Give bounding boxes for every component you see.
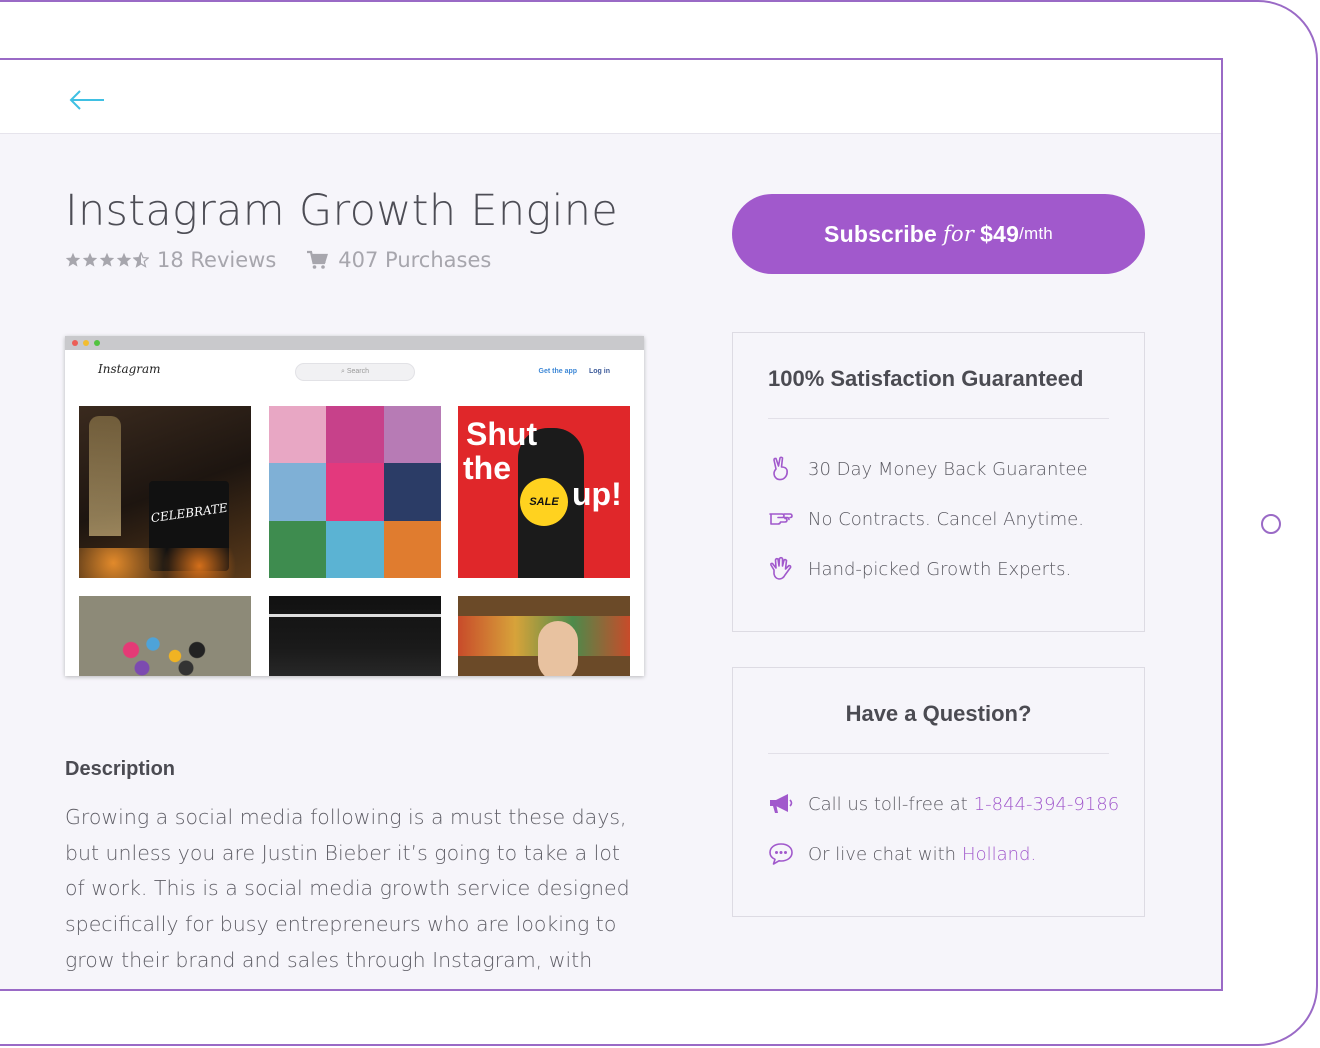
back-arrow-icon[interactable]	[68, 88, 106, 112]
sale-badge: SALE	[520, 478, 568, 526]
instagram-links: Get the app Log in	[529, 368, 610, 375]
close-dot	[72, 340, 78, 346]
chat-text: Or live chat with	[808, 843, 957, 865]
the-text: the	[463, 450, 511, 486]
subscribe-price: $49	[980, 220, 1020, 247]
subscribe-period: /mth	[1019, 224, 1053, 243]
peace-hand-icon	[773, 456, 788, 481]
guarantee-item: Hand-picked Growth Experts.	[768, 544, 1144, 594]
home-button[interactable]	[1261, 514, 1281, 534]
phone-link[interactable]: 1-844-394-9186	[974, 794, 1119, 815]
minimize-dot	[83, 340, 89, 346]
call-row: Call us toll-free at 1-844-394-9186	[768, 779, 1144, 829]
subscribe-for: for	[943, 222, 975, 246]
photo-tile	[269, 406, 441, 578]
instagram-search: ⌕ Search	[295, 363, 415, 381]
top-bar	[0, 60, 1221, 134]
chat-agent-link[interactable]: Holland.	[962, 844, 1036, 865]
subscribe-button[interactable]: Subscribe for $49 /mth	[732, 194, 1145, 274]
rating-stars	[65, 252, 149, 268]
chat-bubble-icon	[769, 843, 793, 865]
cart-icon	[307, 250, 329, 269]
purchases-count: 407 Purchases	[338, 248, 492, 272]
shut-text: Shut	[466, 416, 538, 452]
photo-tile	[79, 596, 251, 676]
half-star-icon	[133, 252, 149, 268]
photo-tile: CELEBRATE	[79, 406, 251, 578]
page-title: Instagram Growth Engine	[65, 186, 619, 236]
guarantee-item: No Contracts. Cancel Anytime.	[768, 494, 1144, 544]
star-icon	[99, 252, 115, 267]
star-icon	[65, 252, 81, 267]
call-text: Call us toll-free at	[808, 793, 968, 815]
product-meta: 18 Reviews 407 Purchases	[65, 248, 491, 272]
star-icon	[82, 252, 98, 267]
chat-row: Or live chat with Holland.	[768, 829, 1144, 879]
browser-bar	[65, 336, 644, 350]
description-text: Growing a social media following is a mu…	[65, 805, 630, 972]
question-title: Have a Question?	[768, 701, 1109, 754]
handshake-icon	[769, 513, 793, 525]
maximize-dot	[94, 340, 100, 346]
star-icon	[116, 252, 132, 267]
photo-tile	[458, 596, 630, 676]
get-app-link: Get the app	[538, 368, 578, 375]
photo-tile	[269, 596, 441, 676]
question-card: Have a Question? Call us toll-free at 1-…	[732, 667, 1145, 917]
subscribe-label: Subscribe	[824, 220, 938, 247]
guarantee-item: 30 Day Money Back Guarantee	[768, 444, 1144, 494]
photo-tile: Shut the up! SALE	[458, 406, 630, 578]
guarantee-title: 100% Satisfaction Guaranteed	[768, 366, 1109, 419]
instagram-nav: Instagram ⌕ Search Get the app Log in	[65, 350, 644, 404]
instagram-logo: Instagram	[98, 362, 161, 376]
raised-hand-icon	[770, 556, 792, 580]
login-link: Log in	[589, 368, 610, 375]
guarantee-card: 100% Satisfaction Guaranteed 30 Day Mone…	[732, 332, 1145, 632]
app-screen: Instagram Growth Engine 18 Reviews 407 P…	[0, 58, 1223, 991]
reviews-count[interactable]: 18 Reviews	[157, 248, 276, 272]
up-text: up!	[572, 476, 622, 512]
product-preview-image: Instagram ⌕ Search Get the app Log in CE…	[65, 336, 644, 676]
description-heading: Description	[65, 758, 176, 780]
megaphone-icon	[770, 794, 793, 813]
